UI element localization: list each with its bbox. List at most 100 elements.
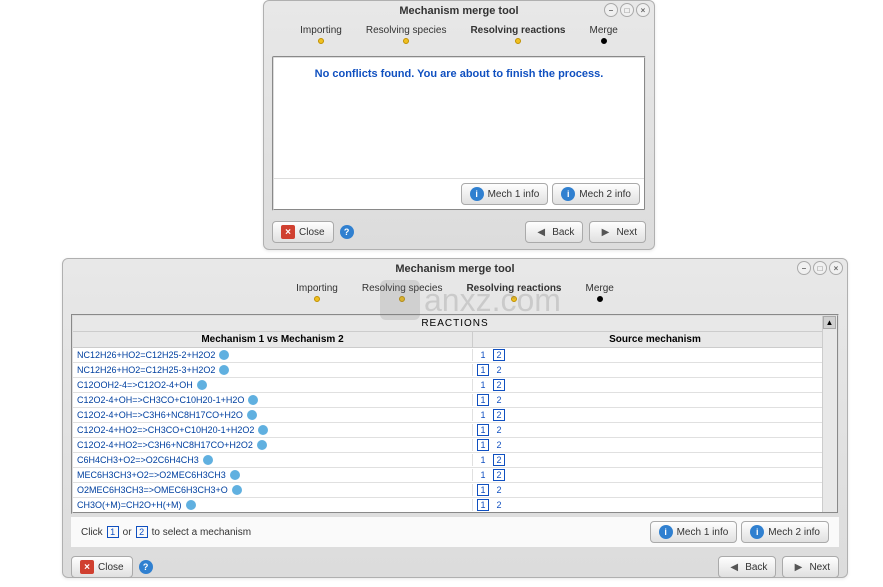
reaction-cell: NC12H26+HO2=C12H25-3+H2O2	[73, 364, 473, 376]
source-mechanism-option[interactable]: 1	[477, 379, 489, 391]
mech1-info-button[interactable]: i Mech 1 info	[650, 521, 738, 543]
reaction-info-icon[interactable]	[232, 485, 242, 495]
source-mechanism-option[interactable]: 2	[493, 409, 505, 421]
mech2-info-button[interactable]: i Mech 2 info	[552, 183, 640, 205]
source-mechanism-option[interactable]: 2	[493, 454, 505, 466]
window-close-icon[interactable]: ×	[636, 3, 650, 17]
reaction-cell: O2MEC6H3CH3=>OMEC6H3CH3+O	[73, 484, 473, 496]
source-mechanism-option[interactable]: 1	[477, 499, 489, 511]
reaction-info-icon[interactable]	[258, 425, 268, 435]
wizard-footer: × Close ? ◀ Back ▶ Next	[63, 550, 847, 584]
wizard-step-label: Importing	[296, 283, 338, 294]
wizard-step-dot-icon	[399, 296, 405, 302]
source-mechanism-option[interactable]: 1	[477, 454, 489, 466]
table-row[interactable]: CH2O+H(+M)=CH2OH(+M)12	[73, 513, 837, 514]
reaction-info-icon[interactable]	[219, 350, 229, 360]
table-row[interactable]: C12O2-4+OH=>C3H6+NC8H17CO+H2O 12	[73, 408, 837, 423]
info-icon: i	[750, 525, 764, 539]
source-mechanism-option[interactable]: 1	[477, 394, 489, 406]
wizard-step: Merge	[577, 25, 629, 44]
next-button[interactable]: ▶ Next	[589, 221, 646, 243]
mech2-info-label: Mech 2 info	[579, 189, 631, 200]
wizard-steps: ImportingResolving speciesResolving reac…	[264, 21, 654, 52]
mech1-info-label: Mech 1 info	[488, 189, 540, 200]
window-close-icon[interactable]: ×	[829, 261, 843, 275]
reaction-cell: C12O2-4+HO2=>CH3CO+C10H20-1+H2O2	[73, 424, 473, 436]
source-cell: 12	[473, 348, 837, 362]
table-row[interactable]: C12O2-4+HO2=>CH3CO+C10H20-1+H2O2 12	[73, 423, 837, 438]
help-icon[interactable]: ?	[340, 225, 354, 239]
reaction-info-icon[interactable]	[257, 440, 267, 450]
source-mechanism-option[interactable]: 1	[477, 409, 489, 421]
table-row[interactable]: O2MEC6H3CH3=>OMEC6H3CH3+O 12	[73, 483, 837, 498]
wizard-step-dot-icon	[601, 38, 607, 44]
wizard-step: Resolving species	[350, 283, 455, 302]
table-row[interactable]: C6H4CH3+O2=>O2C6H4CH312	[73, 453, 837, 468]
source-mechanism-option[interactable]: 1	[477, 439, 489, 451]
source-mechanism-option[interactable]: 1	[477, 424, 489, 436]
source-mechanism-option[interactable]: 2	[493, 394, 505, 406]
reaction-info-icon[interactable]	[219, 365, 229, 375]
source-mechanism-option[interactable]: 2	[493, 469, 505, 481]
source-mechanism-option[interactable]: 1	[477, 364, 489, 376]
reaction-info-icon[interactable]	[230, 470, 240, 480]
back-label: Back	[552, 227, 574, 238]
source-mechanism-option[interactable]: 1	[477, 349, 489, 361]
source-mechanism-option[interactable]: 2	[493, 349, 505, 361]
arrow-left-icon: ◀	[727, 560, 741, 574]
reactions-table: REACTIONS Mechanism 1 vs Mechanism 2 Sou…	[71, 314, 839, 514]
reaction-info-icon[interactable]	[247, 410, 257, 420]
info-buttons-row: i Mech 1 info i Mech 2 info	[274, 178, 644, 209]
reaction-info-icon[interactable]	[197, 380, 207, 390]
wizard-step-label: Resolving species	[366, 25, 447, 36]
wizard-step-dot-icon	[314, 296, 320, 302]
reaction-info-icon[interactable]	[203, 455, 213, 465]
source-mechanism-option[interactable]: 1	[477, 469, 489, 481]
back-button[interactable]: ◀ Back	[718, 556, 776, 578]
arrow-left-icon: ◀	[534, 225, 548, 239]
mech2-info-button[interactable]: i Mech 2 info	[741, 521, 829, 543]
source-cell: 12	[473, 408, 837, 422]
close-button[interactable]: × Close	[272, 221, 334, 243]
source-mechanism-option[interactable]: 1	[477, 484, 489, 496]
mech1-info-button[interactable]: i Mech 1 info	[461, 183, 549, 205]
next-button[interactable]: ▶ Next	[782, 556, 839, 578]
scroll-up-icon[interactable]: ▲	[823, 316, 836, 329]
reaction-formula: NC12H26+HO2=C12H25-3+H2O2	[77, 365, 215, 375]
table-row[interactable]: CH3O(+M)=CH2O+H(+M) 12	[73, 498, 837, 513]
table-row[interactable]: NC12H26+HO2=C12H25-2+H2O212	[73, 348, 837, 363]
minimize-icon[interactable]: –	[797, 261, 811, 275]
help-icon[interactable]: ?	[139, 560, 153, 574]
hint-option-2[interactable]: 2	[136, 526, 148, 538]
table-row[interactable]: C12O2-4+OH=>CH3CO+C10H20-1+H2O 12	[73, 393, 837, 408]
maximize-icon[interactable]: □	[620, 3, 634, 17]
merge-tool-window-summary: Mechanism merge tool – □ × ImportingReso…	[263, 0, 655, 250]
source-mechanism-option[interactable]: 2	[493, 484, 505, 496]
table-row[interactable]: NC12H26+HO2=C12H25-3+H2O2 12	[73, 363, 837, 378]
source-mechanism-option[interactable]: 2	[493, 424, 505, 436]
vertical-scrollbar[interactable]: ▲	[822, 316, 837, 512]
table-row[interactable]: C12O2-4+HO2=>C3H6+NC8H17CO+H2O212	[73, 438, 837, 453]
reaction-formula: C12O2-4+OH=>CH3CO+C10H20-1+H2O	[77, 395, 244, 405]
source-cell: 12	[473, 363, 837, 377]
reaction-info-icon[interactable]	[186, 500, 196, 510]
reaction-info-icon[interactable]	[248, 395, 258, 405]
reaction-formula: C12O2-4+HO2=>CH3CO+C10H20-1+H2O2	[77, 425, 254, 435]
source-mechanism-option[interactable]: 2	[493, 364, 505, 376]
minimize-icon[interactable]: –	[604, 3, 618, 17]
source-mechanism-option[interactable]: 2	[493, 499, 505, 511]
reaction-formula: CH3O(+M)=CH2O+H(+M)	[77, 500, 182, 510]
maximize-icon[interactable]: □	[813, 261, 827, 275]
close-label: Close	[299, 227, 325, 238]
source-cell: 12	[473, 423, 837, 437]
close-button[interactable]: × Close	[71, 556, 133, 578]
wizard-step-dot-icon	[515, 38, 521, 44]
source-cell: 12	[473, 513, 837, 514]
source-mechanism-option[interactable]: 2	[493, 439, 505, 451]
table-row[interactable]: C12OOH2-4=>C12O2-4+OH12	[73, 378, 837, 393]
hint-option-1[interactable]: 1	[107, 526, 119, 538]
source-mechanism-option[interactable]: 2	[493, 379, 505, 391]
table-row[interactable]: MEC6H3CH3+O2=>O2MEC6H3CH312	[73, 468, 837, 483]
reaction-formula: C12O2-4+OH=>C3H6+NC8H17CO+H2O	[77, 410, 243, 420]
back-button[interactable]: ◀ Back	[525, 221, 583, 243]
